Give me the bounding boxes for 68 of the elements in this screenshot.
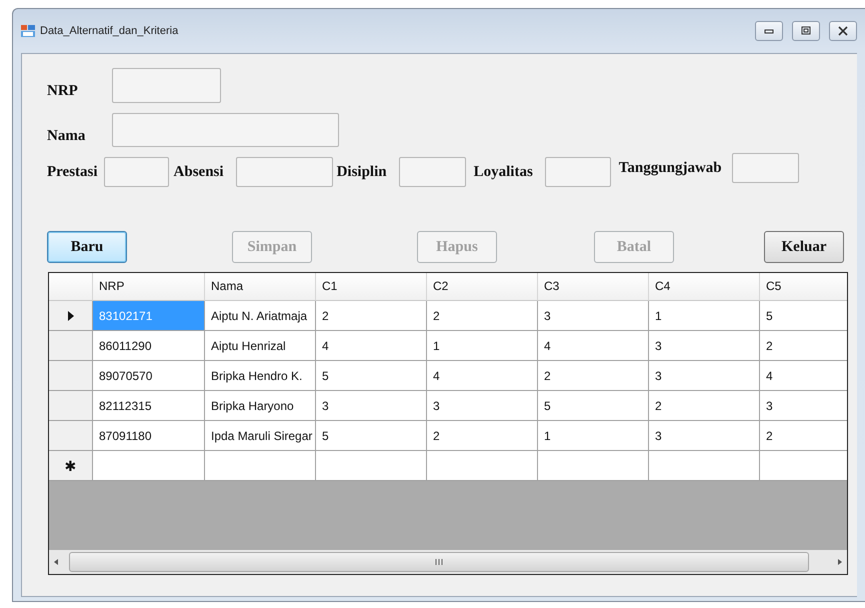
table-cell[interactable]: Bripka Hendro K. <box>205 361 316 391</box>
table-cell[interactable]: 3 <box>427 391 538 421</box>
table-cell[interactable]: 87091180 <box>93 421 205 451</box>
table-cell[interactable]: 2 <box>760 421 847 451</box>
field-label: Loyalitas <box>474 164 533 180</box>
table-cell[interactable]: 2 <box>427 421 538 451</box>
table-cell[interactable] <box>316 451 427 481</box>
table-cell[interactable]: 89070570 <box>93 361 205 391</box>
scrollbar-thumb[interactable] <box>69 552 809 572</box>
table-cell[interactable]: 3 <box>538 301 649 331</box>
row-header[interactable] <box>49 301 93 331</box>
table-cell[interactable] <box>649 451 760 481</box>
table-cell[interactable]: Bripka Haryono <box>205 391 316 421</box>
table-cell[interactable]: 3 <box>649 331 760 361</box>
table-cell[interactable]: Ipda Maruli Siregar <box>205 421 316 451</box>
table-cell[interactable]: 5 <box>538 391 649 421</box>
horizontal-scrollbar[interactable] <box>49 550 847 574</box>
input-field[interactable] <box>544 157 611 187</box>
table-cell[interactable] <box>427 451 538 481</box>
table-cell[interactable]: 2 <box>538 361 649 391</box>
table-cell[interactable] <box>538 451 649 481</box>
table-cell[interactable]: 2 <box>427 301 538 331</box>
table-cell[interactable]: 86011290 <box>93 331 205 361</box>
current-row-icon <box>68 310 74 320</box>
minimize-button[interactable] <box>755 21 783 41</box>
table-cell[interactable]: Aiptu Henrizal <box>205 331 316 361</box>
input-field[interactable] <box>398 157 466 187</box>
window-title: Data_Alternatif_dan_Kriteria <box>40 25 180 37</box>
table-cell[interactable]: 5 <box>316 421 427 451</box>
table-cell[interactable] <box>93 451 205 481</box>
table-cell[interactable]: 4 <box>316 331 427 361</box>
table-cell[interactable]: 2 <box>760 331 847 361</box>
input-field[interactable] <box>732 153 799 183</box>
table-cell[interactable]: 2 <box>649 391 760 421</box>
field-label: Disiplin <box>336 164 387 180</box>
input-field[interactable] <box>104 157 169 187</box>
input-field[interactable] <box>112 113 339 147</box>
table-cell[interactable]: 3 <box>649 361 760 391</box>
action-button[interactable]: Keluar <box>764 231 844 263</box>
table-cell[interactable]: 3 <box>760 391 847 421</box>
maximize-button[interactable] <box>792 21 820 41</box>
table-cell[interactable]: 4 <box>427 361 538 391</box>
field-label: Tanggungjawab <box>618 160 722 176</box>
table-cell[interactable]: 1 <box>427 331 538 361</box>
table-cell[interactable]: 1 <box>649 301 760 331</box>
table-cell[interactable]: 5 <box>760 301 847 331</box>
table-cell[interactable]: 5 <box>316 361 427 391</box>
app-icon <box>21 24 35 38</box>
table-cell[interactable]: 2 <box>316 301 427 331</box>
field-label: NRP <box>47 83 79 100</box>
field-label: Prestasi <box>47 164 98 180</box>
table-cell[interactable]: 3 <box>649 421 760 451</box>
close-icon <box>836 24 850 38</box>
input-field[interactable] <box>236 157 333 187</box>
table-cell[interactable] <box>205 451 316 481</box>
input-field[interactable] <box>112 68 221 103</box>
table-cell[interactable]: 3 <box>316 391 427 421</box>
table-cell[interactable]: 1 <box>538 421 649 451</box>
table-cell[interactable]: 4 <box>760 361 847 391</box>
action-button[interactable]: Baru <box>47 231 127 263</box>
new-row-marker[interactable]: ✱ <box>49 451 93 481</box>
table-cell[interactable]: Aiptu N. Ariatmaja <box>205 301 316 331</box>
table-cell[interactable]: 4 <box>538 331 649 361</box>
table-cell[interactable]: 82112315 <box>93 391 205 421</box>
field-label: Absensi <box>174 164 224 180</box>
field-label: Nama <box>47 128 86 144</box>
close-button[interactable] <box>829 21 857 41</box>
table-cell[interactable] <box>760 451 847 481</box>
